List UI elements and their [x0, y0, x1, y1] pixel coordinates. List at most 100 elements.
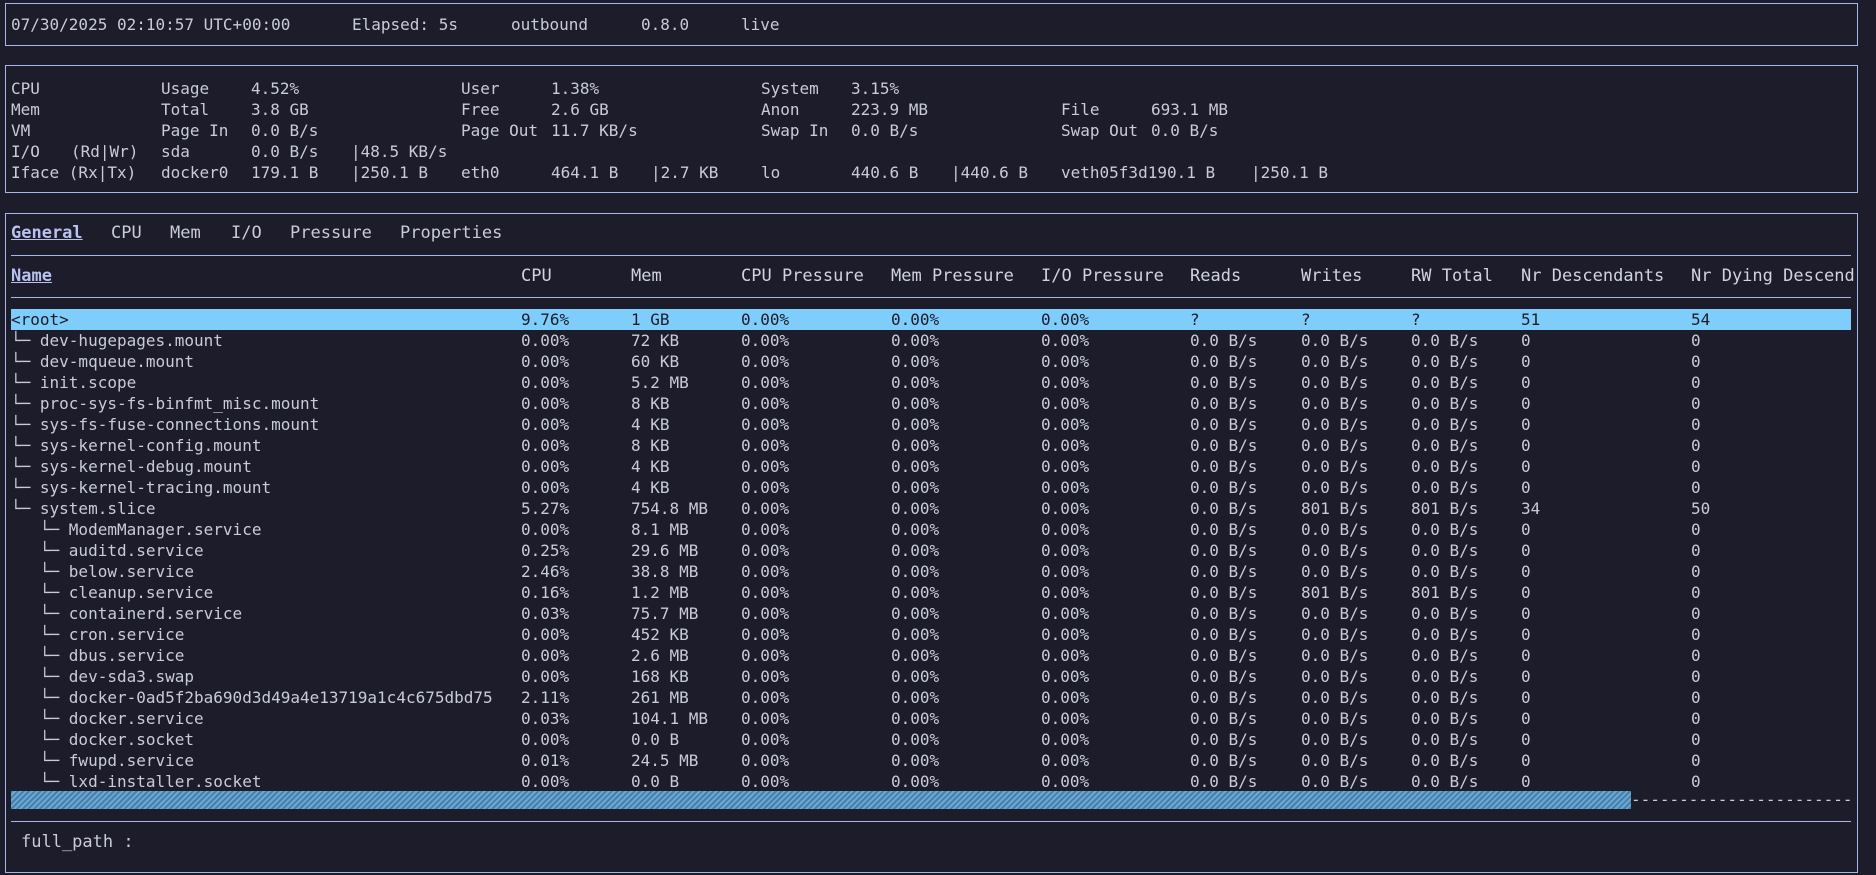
cell-nr-descendants: 0 — [1521, 730, 1531, 749]
cell-cpu: 0.25% — [521, 541, 570, 560]
status-elapsed: Elapsed: 5s — [352, 15, 458, 34]
cell-reads: 0.0 B/s — [1190, 331, 1258, 350]
cell-io-pressure: 0.00% — [1041, 604, 1090, 623]
cell-io-pressure: 0.00% — [1041, 394, 1090, 413]
cell-nr-dying-descendants: 0 — [1691, 772, 1701, 791]
cell-mem: 104.1 MB — [631, 709, 709, 728]
table-row[interactable]: └─ dev-mqueue.mount 0.00% 60 KB 0.00% 0.00% 0… — [0, 351, 1876, 372]
cell-rw-total: 0.0 B/s — [1411, 562, 1479, 581]
scrollbar-thumb[interactable] — [11, 791, 1631, 809]
table-row[interactable]: └─ below.service 2.46% 38.8 MB 0.00% 0.00% 0.… — [0, 561, 1876, 582]
cell-reads: 0.0 B/s — [1190, 436, 1258, 455]
tab-pressure[interactable]: Pressure — [290, 223, 372, 243]
cell-mem: 5.2 MB — [631, 373, 689, 392]
summary-iface-docker0-rx: 179.1 B — [251, 163, 319, 182]
column-header-cpu-pressure[interactable]: CPU Pressure — [741, 266, 864, 286]
column-header-nr-dying-descendants[interactable]: Nr Dying Descend — [1691, 266, 1855, 286]
cell-nr-descendants: 0 — [1521, 373, 1531, 392]
table-row[interactable]: └─ docker-0ad5f2ba690d3d49a4e13719a1c4c6… — [0, 687, 1876, 708]
table-row[interactable]: └─ docker.service 0.03% 104.1 MB 0.00% 0.00%… — [0, 708, 1876, 729]
cell-mem-pressure: 0.00% — [891, 394, 940, 413]
cell-io-pressure: 0.00% — [1041, 772, 1090, 791]
scrollbar-track-rest[interactable]: ----------------------------------------… — [1631, 791, 1850, 809]
column-header-reads[interactable]: Reads — [1190, 266, 1241, 286]
tab-cpu[interactable]: CPU — [111, 223, 142, 243]
table-row[interactable]: └─ dbus.service 0.00% 2.6 MB 0.00% 0.00% 0.00… — [0, 645, 1876, 666]
cell-name: └─ dev-sda3.swap — [11, 667, 195, 686]
cell-cpu-pressure: 0.00% — [741, 352, 790, 371]
tab-general[interactable]: General — [11, 223, 83, 243]
table-row[interactable]: └─ dev-hugepages.mount 0.00% 72 KB 0.00% 0.0… — [0, 330, 1876, 351]
table-row[interactable]: └─ containerd.service 0.03% 75.7 MB 0.00% 0.… — [0, 603, 1876, 624]
table-row[interactable]: └─ cleanup.service 0.16% 1.2 MB 0.00% 0.00% 0… — [0, 582, 1876, 603]
cell-nr-descendants: 0 — [1521, 583, 1531, 602]
summary-iface-lo-rx: 440.6 B — [851, 163, 919, 182]
cell-reads: 0.0 B/s — [1190, 625, 1258, 644]
cell-rw-total: ? — [1411, 310, 1421, 329]
tab-properties[interactable]: Properties — [400, 223, 502, 243]
column-header-name[interactable]: Name — [11, 266, 52, 286]
table-row[interactable]: └─ ModemManager.service 0.00% 8.1 MB 0.00% 0… — [0, 519, 1876, 540]
cell-reads: 0.0 B/s — [1190, 604, 1258, 623]
table-row[interactable]: └─ auditd.service 0.25% 29.6 MB 0.00% 0.00% 0… — [0, 540, 1876, 561]
cell-nr-descendants: 0 — [1521, 415, 1531, 434]
cell-writes: 0.0 B/s — [1301, 646, 1369, 665]
table-row[interactable]: └─ system.slice 5.27% 754.8 MB 0.00% 0.00% 0.… — [0, 498, 1876, 519]
table-row[interactable]: └─ lxd-installer.socket 0.00% 0.0 B 0.00% 0.… — [0, 771, 1876, 792]
table-row[interactable]: └─ sys-fs-fuse-connections.mount 0.00% 4 K… — [0, 414, 1876, 435]
cell-io-pressure: 0.00% — [1041, 457, 1090, 476]
cell-nr-dying-descendants: 0 — [1691, 667, 1701, 686]
column-header-rw-total[interactable]: RW Total — [1411, 266, 1493, 286]
cell-cpu-pressure: 0.00% — [741, 436, 790, 455]
column-header-nr-descendants[interactable]: Nr Descendants — [1521, 266, 1664, 286]
column-header-io-pressure[interactable]: I/O Pressure — [1041, 266, 1164, 286]
table-row[interactable]: └─ init.scope 0.00% 5.2 MB 0.00% 0.00% 0.00% 0… — [0, 372, 1876, 393]
cell-cpu: 2.11% — [521, 688, 570, 707]
summary-io-rdwr-label: (Rd|Wr) — [71, 142, 139, 161]
cell-io-pressure: 0.00% — [1041, 520, 1090, 539]
cell-name: └─ docker.service — [11, 709, 204, 728]
cell-io-pressure: 0.00% — [1041, 667, 1090, 686]
column-header-mem[interactable]: Mem — [631, 266, 662, 286]
cell-nr-dying-descendants: 0 — [1691, 457, 1701, 476]
table-row[interactable]: └─ docker.socket 0.00% 0.0 B 0.00% 0.00% 0.00… — [0, 729, 1876, 750]
cell-reads: 0.0 B/s — [1190, 499, 1258, 518]
cell-io-pressure: 0.00% — [1041, 751, 1090, 770]
table-row[interactable]: └─ fwupd.service 0.01% 24.5 MB 0.00% 0.00% 0.… — [0, 750, 1876, 771]
cell-io-pressure: 0.00% — [1041, 709, 1090, 728]
cell-mem: 38.8 MB — [631, 562, 699, 581]
cell-cpu-pressure: 0.00% — [741, 709, 790, 728]
status-bar: 07/30/2025 02:10:57 UTC+00:00 Elapsed: 5… — [5, 3, 1858, 46]
table-row[interactable]: └─ sys-kernel-config.mount 0.00% 8 KB 0.00%… — [0, 435, 1876, 456]
cell-name: └─ containerd.service — [11, 604, 243, 623]
cell-rw-total: 0.0 B/s — [1411, 436, 1479, 455]
cell-writes: 0.0 B/s — [1301, 520, 1369, 539]
cell-rw-total: 0.0 B/s — [1411, 457, 1479, 476]
cell-cpu-pressure: 0.00% — [741, 541, 790, 560]
table-row[interactable]: └─ cron.service 0.00% 452 KB 0.00% 0.00% 0.00… — [0, 624, 1876, 645]
column-header-mem-pressure[interactable]: Mem Pressure — [891, 266, 1014, 286]
table-row[interactable]: └─ sys-kernel-debug.mount 0.00% 4 KB 0.00% 0… — [0, 456, 1876, 477]
cell-rw-total: 0.0 B/s — [1411, 352, 1479, 371]
table-row[interactable]: └─ sys-kernel-tracing.mount 0.00% 4 KB 0.00… — [0, 477, 1876, 498]
horizontal-scrollbar[interactable]: ----------------------------------------… — [11, 791, 1850, 809]
column-header-writes[interactable]: Writes — [1301, 266, 1362, 286]
cell-mem-pressure: 0.00% — [891, 688, 940, 707]
cell-reads: 0.0 B/s — [1190, 646, 1258, 665]
cell-io-pressure: 0.00% — [1041, 583, 1090, 602]
cell-cpu-pressure: 0.00% — [741, 415, 790, 434]
tab-io[interactable]: I/O — [231, 223, 262, 243]
cell-writes: 0.0 B/s — [1301, 457, 1369, 476]
table-row[interactable]: └─ dev-sda3.swap 0.00% 168 KB 0.00% 0.00% 0.0… — [0, 666, 1876, 687]
summary-cpu-user-label: User — [461, 79, 500, 98]
column-header-cpu[interactable]: CPU — [521, 266, 552, 286]
summary-io-label: I/O — [11, 142, 40, 161]
cell-nr-dying-descendants: 0 — [1691, 751, 1701, 770]
table-row[interactable]: └─ proc-sys-fs-binfmt_misc.mount 0.00% 8 K… — [0, 393, 1876, 414]
cell-name: └─ sys-kernel-debug.mount — [11, 457, 252, 476]
table-row-selected[interactable]: <root> 9.76% 1 GB 0.00% 0.00% 0.00%??? 51 54 — [11, 309, 1851, 330]
tab-mem[interactable]: Mem — [170, 223, 201, 243]
cell-rw-total: 0.0 B/s — [1411, 478, 1479, 497]
cell-mem-pressure: 0.00% — [891, 310, 940, 329]
cell-cpu: 0.00% — [521, 352, 570, 371]
